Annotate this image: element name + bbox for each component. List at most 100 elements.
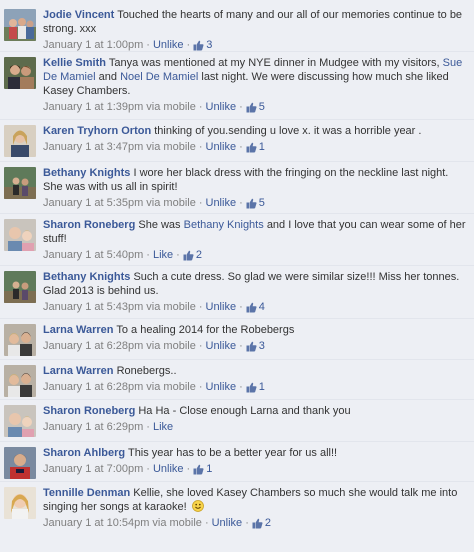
like-count[interactable]: 5: [246, 196, 265, 210]
separator: ·: [186, 39, 191, 51]
like-count-value: 2: [264, 517, 271, 529]
thumbs-up-icon: [246, 102, 257, 113]
comment-text: and: [98, 71, 117, 83]
separator: ·: [198, 340, 203, 352]
avatar[interactable]: [4, 324, 36, 356]
comment-timestamp[interactable]: January 1 at 7:00pm: [43, 462, 143, 476]
comment-item: Larna Warren Ronebergs.. January 1 at 6:…: [0, 360, 474, 400]
comment-timestamp[interactable]: January 1 at 5:40pm: [43, 248, 143, 262]
unlike-button[interactable]: Unlike: [206, 300, 237, 314]
separator: ·: [239, 340, 243, 352]
separator: ·: [239, 197, 243, 209]
like-count[interactable]: 1: [246, 140, 265, 154]
separator: ·: [239, 381, 243, 393]
separator: ·: [186, 463, 191, 475]
comment-timestamp[interactable]: January 1 at 1:00pm: [43, 38, 143, 52]
comment-author[interactable]: Sharon Ahlberg: [43, 447, 125, 459]
comment-item: Bethany Knights I wore her black dress w…: [0, 162, 474, 214]
via-mobile: via mobile: [146, 301, 196, 313]
unlike-button[interactable]: Unlike: [153, 462, 184, 476]
thumbs-up-icon: [193, 464, 204, 475]
comment-text: She was: [138, 219, 181, 231]
like-count-value: 1: [258, 141, 265, 153]
mention-link[interactable]: Noel De Mamiel: [120, 71, 198, 83]
comment-timestamp[interactable]: January 1 at 5:35pm: [43, 196, 143, 210]
comment-author[interactable]: Karen Tryhorn Orton: [43, 125, 151, 137]
separator: ·: [146, 249, 150, 261]
comment-item: Sharon Roneberg Ha Ha - Close enough Lar…: [0, 400, 474, 442]
like-count[interactable]: 3: [193, 38, 212, 52]
comment-text: Ronebergs..: [116, 365, 177, 377]
like-count-value: 3: [206, 39, 213, 51]
separator: ·: [146, 463, 150, 475]
comment-author[interactable]: Tennille Denman: [43, 487, 130, 499]
comment-text: thinking of you.sending u love x. it was…: [154, 125, 422, 137]
avatar[interactable]: [4, 219, 36, 251]
like-count[interactable]: 1: [246, 380, 265, 394]
like-count-value: 2: [195, 249, 202, 261]
comment-author[interactable]: Larna Warren: [43, 365, 114, 377]
thumbs-up-icon: [246, 302, 257, 313]
comment-timestamp[interactable]: January 1 at 6:29pm: [43, 420, 143, 434]
thumbs-up-icon: [246, 142, 257, 153]
like-button[interactable]: Like: [153, 420, 173, 434]
comment-timestamp[interactable]: January 1 at 5:43pm: [43, 300, 143, 314]
comment-timestamp[interactable]: January 1 at 1:39pm: [43, 100, 143, 114]
avatar[interactable]: [4, 167, 36, 199]
comment-item: Larna Warren To a healing 2014 for the R…: [0, 319, 474, 360]
comment-feed: Jodie Vincent Touched the hearts of many…: [0, 0, 474, 552]
mention-link[interactable]: Bethany Knights: [184, 219, 264, 231]
avatar[interactable]: [4, 57, 36, 89]
thumbs-up-icon: [193, 40, 204, 51]
unlike-button[interactable]: Unlike: [206, 339, 237, 353]
unlike-button[interactable]: Unlike: [206, 196, 237, 210]
comment-text: This year has to be a better year for us…: [127, 447, 338, 459]
comment-author[interactable]: Bethany Knights: [43, 167, 130, 179]
unlike-button[interactable]: Unlike: [206, 380, 237, 394]
via-mobile: via mobile: [146, 381, 196, 393]
thumbs-up-icon: [252, 518, 263, 529]
via-mobile: via mobile: [152, 517, 202, 529]
separator: ·: [239, 141, 243, 153]
like-button[interactable]: Like: [153, 248, 173, 262]
like-count[interactable]: 2: [183, 248, 202, 262]
thumbs-up-icon: [246, 198, 257, 209]
comment-timestamp[interactable]: January 1 at 6:28pm: [43, 380, 143, 394]
via-mobile: via mobile: [146, 197, 196, 209]
separator: ·: [198, 141, 203, 153]
avatar[interactable]: [4, 487, 36, 519]
avatar[interactable]: [4, 271, 36, 303]
separator: ·: [245, 517, 249, 529]
thumbs-up-icon: [246, 382, 257, 393]
avatar[interactable]: [4, 447, 36, 479]
smiley-icon: [191, 500, 204, 512]
comment-author[interactable]: Sharon Roneberg: [43, 405, 135, 417]
comment-author[interactable]: Bethany Knights: [43, 271, 130, 283]
like-count[interactable]: 2: [252, 516, 271, 530]
comment-text: Tanya was mentioned at my NYE dinner in …: [108, 57, 440, 69]
comment-item: Karen Tryhorn Orton thinking of you.send…: [0, 120, 474, 162]
via-mobile: via mobile: [146, 141, 196, 153]
unlike-button[interactable]: Unlike: [212, 516, 243, 530]
like-count[interactable]: 4: [246, 300, 265, 314]
comment-timestamp[interactable]: January 1 at 3:47pm: [43, 140, 143, 154]
avatar[interactable]: [4, 405, 36, 437]
unlike-button[interactable]: Unlike: [153, 38, 184, 52]
comment-author[interactable]: Sharon Roneberg: [43, 219, 135, 231]
comment-timestamp[interactable]: January 1 at 6:28pm: [43, 339, 143, 353]
avatar[interactable]: [4, 9, 36, 41]
like-count[interactable]: 1: [193, 462, 212, 476]
comment-item: Jodie Vincent Touched the hearts of many…: [0, 4, 474, 52]
like-count[interactable]: 3: [246, 339, 265, 353]
like-count-value: 4: [258, 301, 265, 313]
like-count[interactable]: 5: [246, 100, 265, 114]
comment-author[interactable]: Kellie Smith: [43, 57, 106, 69]
comment-author[interactable]: Jodie Vincent: [43, 9, 114, 21]
avatar[interactable]: [4, 365, 36, 397]
comment-author[interactable]: Larna Warren: [43, 324, 114, 336]
unlike-button[interactable]: Unlike: [206, 140, 237, 154]
unlike-button[interactable]: Unlike: [206, 100, 237, 114]
avatar[interactable]: [4, 125, 36, 157]
like-count-value: 5: [258, 197, 265, 209]
comment-timestamp[interactable]: January 1 at 10:54pm: [43, 516, 149, 530]
